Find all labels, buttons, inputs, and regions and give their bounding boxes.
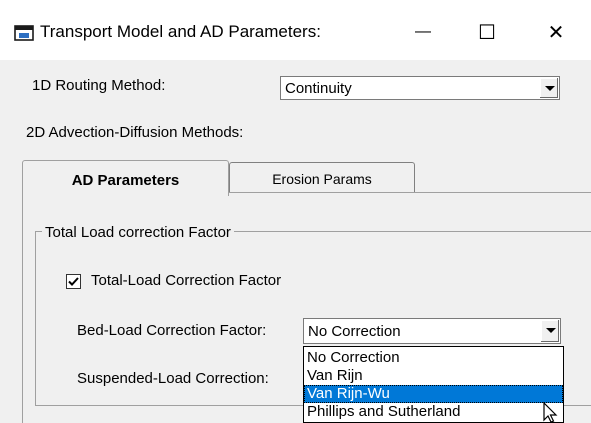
tab-erosion-params-label: Erosion Params: [272, 171, 372, 187]
maximize-icon: ☐: [478, 21, 496, 44]
bed-load-select[interactable]: No Correction: [303, 318, 561, 344]
dropdown-option[interactable]: No Correction: [304, 349, 563, 367]
mouse-cursor-icon: [543, 402, 558, 423]
panel-top-border: [229, 192, 591, 193]
title-bar: Transport Model and AD Parameters: — ☐ ✕: [0, 0, 591, 60]
window-title: Transport Model and AD Parameters:: [40, 22, 321, 41]
total-load-checkbox[interactable]: [66, 274, 81, 289]
dropdown-option-selected[interactable]: Van Rijn-Wu: [304, 385, 563, 403]
tab-ad-parameters[interactable]: AD Parameters: [22, 160, 229, 196]
group-title: Total Load correction Factor: [42, 224, 234, 241]
tab-ad-parameters-label: AD Parameters: [71, 172, 180, 189]
routing-method-label: 1D Routing Method:: [32, 77, 166, 94]
bed-load-label: Bed-Load Correction Factor:: [77, 322, 267, 339]
chevron-down-icon[interactable]: [539, 78, 558, 98]
chevron-down-icon[interactable]: [540, 320, 559, 342]
minimize-button[interactable]: —: [403, 14, 443, 50]
tab-erosion-params[interactable]: Erosion Params: [229, 162, 415, 192]
advection-methods-label: 2D Advection-Diffusion Methods:: [26, 124, 244, 141]
bed-load-dropdown-list[interactable]: No Correction Van Rijn Van Rijn-Wu Phill…: [303, 346, 564, 423]
routing-method-value: Continuity: [285, 80, 352, 97]
suspended-load-label: Suspended-Load Correction:: [77, 370, 269, 387]
minimize-icon: —: [415, 23, 431, 40]
close-icon: ✕: [547, 21, 565, 44]
app-window-icon: [14, 25, 34, 41]
panel-left-border: [22, 196, 23, 423]
maximize-button[interactable]: ☐: [467, 14, 507, 50]
total-load-checkbox-label: Total-Load Correction Factor: [91, 272, 282, 289]
dropdown-option[interactable]: Phillips and Sutherland: [304, 403, 563, 421]
bed-load-value: No Correction: [308, 323, 401, 340]
checkmark-icon: [68, 277, 79, 286]
dropdown-option[interactable]: Van Rijn: [304, 367, 563, 385]
routing-method-select[interactable]: Continuity: [280, 76, 560, 100]
close-button[interactable]: ✕: [536, 14, 576, 50]
